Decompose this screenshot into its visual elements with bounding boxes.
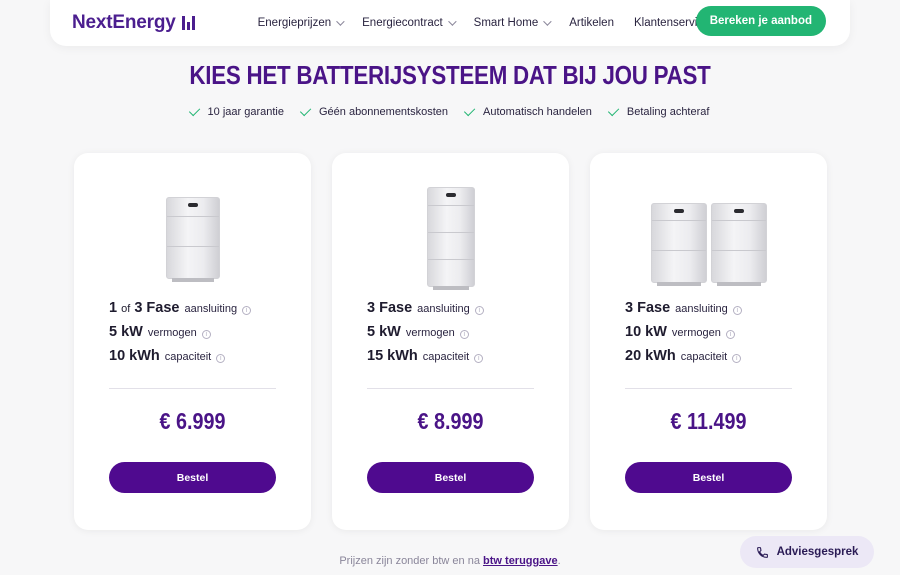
vat-refund-link[interactable]: btw teruggave bbox=[483, 555, 558, 567]
spec-power: 10 kW vermogen i bbox=[625, 324, 742, 348]
price: € 6.999 bbox=[159, 408, 226, 434]
advice-call-button[interactable]: Adviesgesprek bbox=[740, 536, 874, 568]
order-button[interactable]: Bestel bbox=[367, 462, 534, 493]
spec-connection: 1 of 3 Fase aansluiting i bbox=[109, 300, 252, 324]
spec-label: vermogen bbox=[147, 327, 197, 339]
logo-text: NextEnergy bbox=[72, 12, 176, 33]
chevron-down-icon bbox=[447, 17, 457, 26]
battery-image bbox=[74, 181, 311, 287]
footnote-suffix: . bbox=[557, 555, 561, 567]
check-icon bbox=[463, 104, 476, 117]
spec-value-small: of bbox=[121, 303, 131, 315]
nav-item-smart-home[interactable]: Smart Home bbox=[473, 17, 552, 29]
info-icon[interactable]: i bbox=[732, 306, 742, 315]
info-icon[interactable]: i bbox=[474, 354, 484, 363]
spec-label: capaciteit bbox=[164, 351, 212, 363]
info-icon[interactable]: i bbox=[474, 306, 484, 315]
nav-item-label: Smart Home bbox=[473, 17, 539, 29]
spec-label: capaciteit bbox=[422, 351, 470, 363]
battery-image bbox=[332, 181, 569, 290]
usp-label: Géén abonnementskosten bbox=[318, 106, 449, 118]
divider bbox=[109, 388, 276, 389]
spec-connection: 3 Fase aansluiting i bbox=[625, 300, 742, 324]
spec-value: 20 kWh bbox=[625, 348, 676, 364]
product-card-1: 1 of 3 Fase aansluiting i 5 kW vermogen … bbox=[74, 153, 311, 530]
price: € 8.999 bbox=[417, 408, 484, 434]
spec-power: 5 kW vermogen i bbox=[367, 324, 484, 348]
battery-image bbox=[590, 181, 827, 287]
spec-value: 10 kW bbox=[625, 324, 667, 340]
nav-item-label: Energiecontract bbox=[362, 17, 443, 29]
spec-power: 5 kW vermogen i bbox=[109, 324, 251, 348]
nav-item-label: Artikelen bbox=[569, 17, 614, 29]
spec-label: capaciteit bbox=[680, 351, 728, 363]
calculate-offer-button[interactable]: Bereken je aanbod bbox=[695, 6, 826, 36]
product-card-2: 3 Fase aansluiting i 5 kW vermogen i 15 … bbox=[332, 153, 569, 530]
spec-label: vermogen bbox=[671, 327, 721, 339]
usp-item: Automatisch handelen bbox=[463, 104, 592, 118]
spec-capacity: 20 kWh capaciteit i bbox=[625, 348, 742, 372]
chevron-down-icon bbox=[543, 17, 552, 26]
spec-connection: 3 Fase aansluiting i bbox=[367, 300, 484, 324]
spec-value: 15 kWh bbox=[367, 348, 418, 364]
usp-label: Betaling achteraf bbox=[626, 106, 710, 118]
spec-list: 3 Fase aansluiting i 10 kW vermogen i 20… bbox=[625, 300, 742, 372]
logo-mark-icon bbox=[181, 16, 195, 30]
spec-label: aansluiting bbox=[417, 303, 470, 315]
spec-list: 3 Fase aansluiting i 5 kW vermogen i 15 … bbox=[367, 300, 484, 372]
check-icon bbox=[607, 104, 620, 117]
footnote-text: Prijzen zijn zonder btw en na bbox=[339, 555, 480, 567]
order-button[interactable]: Bestel bbox=[625, 462, 792, 493]
spec-capacity: 15 kWh capaciteit i bbox=[367, 348, 484, 372]
divider bbox=[625, 388, 792, 389]
nav-item-energiecontract[interactable]: Energiecontract bbox=[362, 17, 457, 29]
check-icon bbox=[299, 104, 312, 117]
usp-label: Automatisch handelen bbox=[483, 106, 592, 118]
info-icon[interactable]: i bbox=[732, 354, 742, 363]
top-navigation: NextEnergy Energieprijzen Energiecontrac… bbox=[50, 0, 850, 46]
product-card-3: 3 Fase aansluiting i 10 kW vermogen i 20… bbox=[590, 153, 827, 530]
spec-value: 3 Fase bbox=[367, 300, 413, 316]
nav-item-label: Energieprijzen bbox=[257, 17, 332, 29]
info-icon[interactable]: i bbox=[242, 306, 252, 315]
usp-item: Géén abonnementskosten bbox=[299, 104, 449, 118]
spec-label: aansluiting bbox=[184, 303, 238, 315]
logo[interactable]: NextEnergy bbox=[72, 12, 195, 34]
info-icon[interactable]: i bbox=[216, 354, 226, 363]
order-button[interactable]: Bestel bbox=[109, 462, 276, 493]
info-icon[interactable]: i bbox=[725, 330, 735, 339]
chevron-down-icon bbox=[336, 17, 345, 26]
phone-icon bbox=[756, 546, 768, 558]
spec-value: 3 Fase bbox=[134, 300, 180, 316]
divider bbox=[367, 388, 534, 389]
advice-call-label: Adviesgesprek bbox=[776, 546, 859, 558]
spec-value: 5 kW bbox=[367, 324, 401, 340]
spec-list: 1 of 3 Fase aansluiting i 5 kW vermogen … bbox=[109, 300, 252, 372]
usp-item: Betaling achteraf bbox=[607, 104, 710, 118]
price: € 11.499 bbox=[670, 408, 747, 434]
spec-label: vermogen bbox=[405, 327, 455, 339]
check-icon bbox=[188, 104, 200, 117]
spec-value: 1 bbox=[109, 300, 118, 316]
spec-capacity: 10 kWh capaciteit i bbox=[109, 348, 251, 372]
spec-value: 3 Fase bbox=[625, 300, 671, 316]
nav-item-artikelen[interactable]: Artikelen bbox=[569, 17, 614, 29]
spec-value: 10 kWh bbox=[109, 348, 160, 364]
info-icon[interactable]: i bbox=[201, 330, 211, 339]
info-icon[interactable]: i bbox=[459, 330, 469, 339]
spec-value: 5 kW bbox=[109, 324, 143, 340]
spec-label: aansluiting bbox=[675, 303, 728, 315]
usp-list: 10 jaar garantie Géén abonnementskosten … bbox=[0, 104, 900, 118]
usp-label: 10 jaar garantie bbox=[207, 106, 284, 118]
nav-item-energieprijzen[interactable]: Energieprijzen bbox=[257, 17, 345, 29]
page-title: KIES HET BATTERIJSYSTEEM DAT BIJ JOU PAS… bbox=[189, 60, 711, 90]
usp-item: 10 jaar garantie bbox=[188, 104, 284, 118]
